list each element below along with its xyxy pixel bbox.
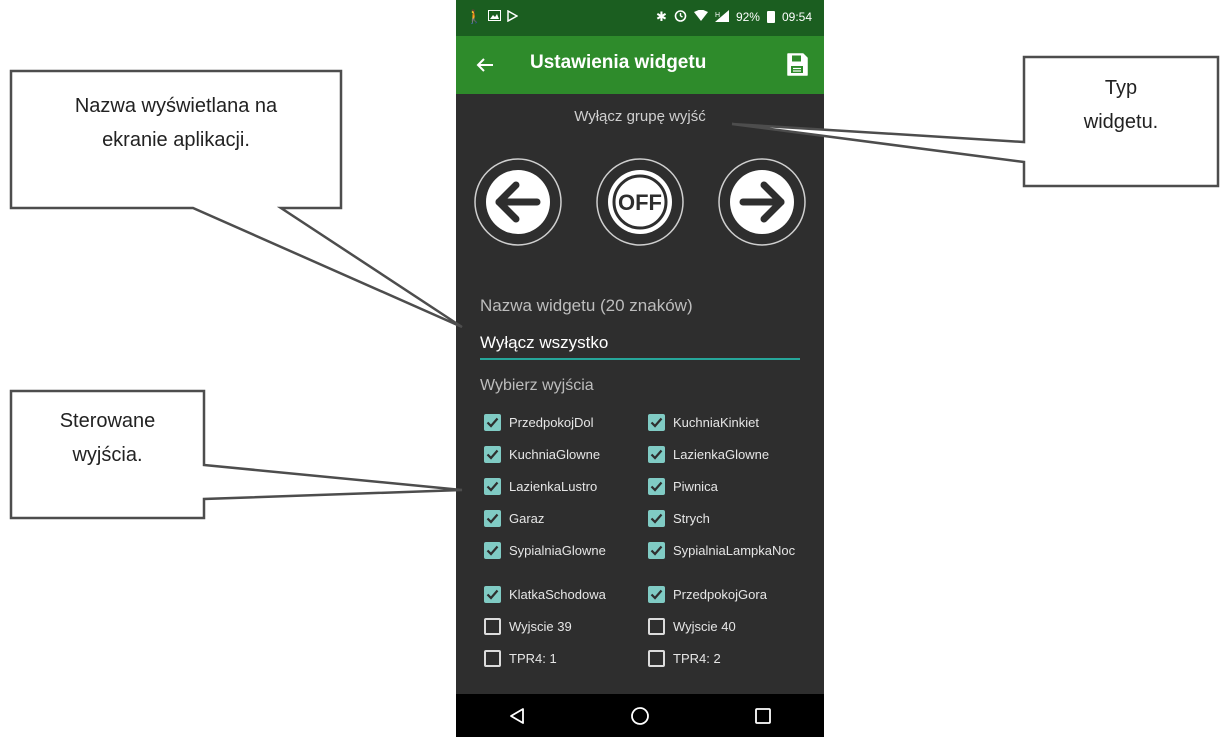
nav-recents-button[interactable] <box>743 696 783 736</box>
checkbox-checked-icon[interactable] <box>484 542 501 559</box>
checkbox-checked-icon[interactable] <box>484 478 501 495</box>
off-label: OFF <box>618 190 662 215</box>
output-checkbox-item[interactable]: Piwnica <box>648 478 808 495</box>
checkbox-unchecked-icon[interactable] <box>648 650 665 667</box>
output-label: LazienkaGlowne <box>673 447 770 462</box>
checkbox-checked-icon[interactable] <box>484 586 501 603</box>
navigation-bar <box>456 694 824 737</box>
outputs-list: PrzedpokojDol KuchniaKinkiet KuchniaGlowne… <box>484 414 824 682</box>
output-checkbox-item[interactable]: PrzedpokojGora <box>648 586 808 603</box>
output-label: Garaz <box>509 511 545 526</box>
output-checkbox-item[interactable]: PrzedpokojDol <box>484 414 644 431</box>
play-store-icon <box>507 9 519 25</box>
output-checkbox-item[interactable]: Wyjscie 40 <box>648 618 808 635</box>
output-label: LazienkaLustro <box>509 479 598 494</box>
nav-back-button[interactable] <box>497 696 537 736</box>
checkbox-unchecked-icon[interactable] <box>648 618 665 635</box>
widget-type-label: Wyłącz grupę wyjść <box>574 108 706 125</box>
output-label: KlatkaSchodowa <box>509 587 606 602</box>
widget-name-label: Nazwa widgetu (20 znaków) <box>480 296 693 315</box>
figure-stage: 🚶 ✱ H 92% 09:54 Ustawienia widgetu Wyłąc… <box>0 0 1224 737</box>
output-label: SypialniaLampkaNoc <box>673 543 796 558</box>
output-label: Piwnica <box>673 479 718 494</box>
output-label: SypialniaGlowne <box>509 543 606 558</box>
arrow-left-icon <box>476 58 493 72</box>
output-label: PrzedpokojDol <box>509 415 594 430</box>
callout-type-text: Typ widgetu. <box>1083 77 1159 133</box>
next-widget-button[interactable] <box>718 158 806 246</box>
checkbox-checked-icon[interactable] <box>648 542 665 559</box>
off-widget-preview[interactable]: OFF <box>596 158 684 246</box>
triangle-back-icon <box>510 707 525 724</box>
output-row: TPR4: 1 TPR4: 2 <box>484 650 824 682</box>
checkbox-checked-icon[interactable] <box>648 510 665 527</box>
output-checkbox-item[interactable]: SypialniaLampkaNoc <box>648 542 808 559</box>
image-icon <box>488 10 502 24</box>
callout-outputs-text: Sterowane wyjścia. <box>59 410 156 466</box>
checkbox-checked-icon[interactable] <box>484 446 501 463</box>
output-label: Strych <box>673 511 710 526</box>
output-checkbox-item[interactable]: LazienkaLustro <box>484 478 644 495</box>
output-row: KlatkaSchodowa PrzedpokojGora <box>484 586 824 618</box>
output-checkbox-item[interactable]: LazienkaGlowne <box>648 446 808 463</box>
output-checkbox-item[interactable]: KuchniaKinkiet <box>648 414 808 431</box>
callout-name-text: Nazwa wyświetlana na ekranie aplikacji. <box>74 95 278 151</box>
output-row: LazienkaLustro Piwnica <box>484 478 824 510</box>
circle-home-icon <box>631 706 649 725</box>
select-outputs-label: Wybierz wyjścia <box>480 377 594 394</box>
battery-percent: 92% <box>735 10 760 24</box>
output-label: PrzedpokojGora <box>673 587 767 602</box>
clock: 09:54 <box>781 10 812 24</box>
checkbox-checked-icon[interactable] <box>648 478 665 495</box>
floppy-disk-icon <box>787 53 808 76</box>
output-checkbox-item[interactable]: TPR4: 2 <box>648 650 808 667</box>
signal-icon: H <box>714 9 729 25</box>
checkbox-checked-icon[interactable] <box>648 414 665 431</box>
output-row: Wyjscie 39 Wyjscie 40 <box>484 618 824 650</box>
output-checkbox-item[interactable]: Wyjscie 39 <box>484 618 644 635</box>
status-bar: 🚶 ✱ H 92% 09:54 <box>456 0 824 36</box>
page-title: Ustawienia widgetu <box>530 52 707 73</box>
square-recents-icon <box>754 707 771 724</box>
output-checkbox-item[interactable]: KuchniaGlowne <box>484 446 644 463</box>
wifi-icon <box>693 9 708 24</box>
checkbox-unchecked-icon[interactable] <box>484 618 501 635</box>
alarm-icon <box>674 9 687 25</box>
output-row: KuchniaGlowne LazienkaGlowne <box>484 446 824 478</box>
svg-text:H: H <box>715 12 720 19</box>
app-bar: Ustawienia widgetu <box>456 36 824 94</box>
output-label: Wyjscie 39 <box>509 619 572 634</box>
phone-screen: 🚶 ✱ H 92% 09:54 Ustawienia widgetu Wyłąc… <box>456 0 824 737</box>
output-checkbox-item[interactable]: TPR4: 1 <box>484 650 644 667</box>
back-button[interactable] <box>470 50 500 80</box>
battery-icon <box>766 11 775 23</box>
checkbox-checked-icon[interactable] <box>648 586 665 603</box>
output-label: KuchniaGlowne <box>509 447 601 462</box>
checkbox-unchecked-icon[interactable] <box>484 650 501 667</box>
output-row: SypialniaGlowne SypialniaLampkaNoc <box>484 542 824 586</box>
output-checkbox-item[interactable]: SypialniaGlowne <box>484 542 644 559</box>
output-label: Wyjscie 40 <box>673 619 736 634</box>
output-label: TPR4: 2 <box>673 651 721 666</box>
output-label: KuchniaKinkiet <box>673 415 759 430</box>
checkbox-checked-icon[interactable] <box>648 446 665 463</box>
walking-person-icon: 🚶 <box>466 9 483 24</box>
output-row: Garaz Strych <box>484 510 824 542</box>
settings-content: Wyłącz grupę wyjść OFF Nazwa widgetu (20… <box>456 94 824 694</box>
widget-name-input[interactable] <box>480 326 800 360</box>
previous-widget-button[interactable] <box>474 158 562 246</box>
save-button[interactable] <box>782 50 812 80</box>
checkbox-checked-icon[interactable] <box>484 510 501 527</box>
output-label: TPR4: 1 <box>509 651 557 666</box>
output-checkbox-item[interactable]: Garaz <box>484 510 644 527</box>
bluetooth-icon: ✱ <box>656 9 667 24</box>
checkbox-checked-icon[interactable] <box>484 414 501 431</box>
nav-home-button[interactable] <box>620 696 660 736</box>
output-checkbox-item[interactable]: Strych <box>648 510 808 527</box>
output-row: PrzedpokojDol KuchniaKinkiet <box>484 414 824 446</box>
output-checkbox-item[interactable]: KlatkaSchodowa <box>484 586 644 603</box>
